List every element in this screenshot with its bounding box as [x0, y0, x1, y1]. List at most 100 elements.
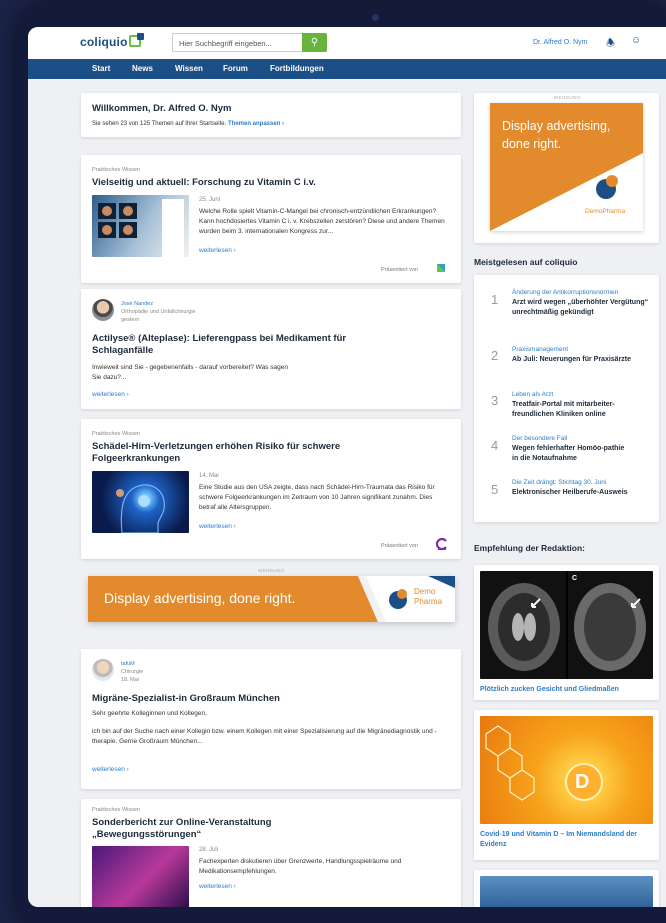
item-date: 14. Mai	[199, 473, 219, 479]
ad-headline: Display advertising, done right.	[502, 119, 611, 152]
rank-number: 4	[491, 438, 499, 453]
browser-screen: coliquio Hier Suchbegriff eingeben... ⚲ …	[28, 27, 666, 907]
rank-number: 3	[491, 393, 499, 408]
item-title[interactable]: Schädel-Hirn-Verletzungen erhöhen Risiko…	[92, 441, 392, 465]
avatar	[92, 659, 114, 681]
profile-icon[interactable]: ☺	[631, 35, 641, 46]
camera-dot	[372, 14, 379, 21]
avatar	[92, 299, 114, 321]
item-body-greeting: Sehr geehrte Kolleginnen und Kollegen,	[92, 710, 207, 717]
logo-mark-icon	[128, 33, 144, 47]
ad-brand-text: Demo Pharma	[414, 587, 442, 606]
item-category: Praktisches Wissen	[92, 431, 140, 437]
banner-ad[interactable]: Display advertising, done right. Demo Pha…	[88, 576, 455, 622]
vitamin-d-letter: D	[575, 771, 590, 793]
vitamin-d-molecule-graphic	[485, 725, 603, 801]
editor-pick-title[interactable]: Plötzlich zucken Gesicht und Gliedmaßen	[480, 685, 655, 695]
sponsor-logo-icon	[437, 264, 445, 272]
author-role: Chirurgie	[121, 669, 144, 675]
feed-item-actilyse[interactable]: José Nandez Orthopädie und Unfallchirurg…	[81, 289, 461, 409]
item-title[interactable]: Migräne-Spezialist-in Großraum München	[92, 693, 280, 705]
nav-fortbildungen[interactable]: Fortbildungen	[270, 64, 324, 73]
item-body: Welche Rolle spielt Vitamin-C-Mangel bei…	[199, 208, 445, 235]
presented-by: Präsentiert von	[381, 267, 418, 273]
ad-label: WERBUNG	[258, 568, 285, 573]
item-title[interactable]: Vielseitig und aktuell: Forschung zu Vit…	[92, 177, 316, 189]
most-read-category[interactable]: Leben als Arzt	[512, 391, 553, 398]
top-bar: coliquio Hier Suchbegriff eingeben... ⚲ …	[28, 27, 666, 59]
item-title[interactable]: Actilyse® (Alteplase): Lieferengpass bei…	[92, 333, 362, 357]
most-read-title[interactable]: Ab Juli: Neuerungen für Praxisärzte	[512, 355, 632, 365]
weiterlesen-link[interactable]: weiterlesen ›	[199, 883, 236, 890]
ad-label: WERBUNG	[554, 95, 581, 100]
weiterlesen-link[interactable]: weiterlesen ›	[199, 247, 236, 254]
feed-item-migraene[interactable]: tafuM Chirurgie 18. Mai Migräne-Speziali…	[81, 649, 461, 789]
author-name[interactable]: tafuM	[121, 661, 135, 667]
item-body: Fachexperten diskutieren über Grenzwerte…	[199, 858, 402, 875]
weiterlesen-link[interactable]: weiterlesen ›	[92, 766, 129, 773]
most-read-category[interactable]: Der besondere Fall	[512, 435, 567, 442]
nav-start[interactable]: Start	[92, 64, 110, 73]
most-read-title[interactable]: Elektronischer Heilberufe-Ausweis	[512, 488, 637, 498]
demopharma-logo-icon	[596, 175, 618, 199]
welcome-title: Willkommen, Dr. Alfred O. Nym	[92, 103, 232, 114]
item-category: Praktisches Wissen	[92, 167, 140, 173]
mri-panel-label: C	[572, 575, 578, 582]
nav-forum[interactable]: Forum	[223, 64, 248, 73]
bell-icon[interactable]: 🕭	[606, 36, 615, 53]
feed-item-bewegungsstoerungen[interactable]: Praktisches Wissen Sonderbericht zur Onl…	[81, 799, 461, 907]
editor-pick-card[interactable]: D Covid-19 und Vitamin D – Im Niemandsla…	[474, 710, 659, 860]
editor-pick-image	[480, 876, 653, 907]
weiterlesen-link[interactable]: weiterlesen ›	[199, 523, 236, 530]
most-read-category[interactable]: Die Zeit drängt: Stichtag 30. Juni	[512, 479, 606, 486]
editor-picks-heading: Empfehlung der Redaktion:	[474, 543, 585, 553]
sponsor-logo-icon	[435, 537, 447, 551]
xray-scans-graphic	[98, 199, 184, 257]
search-icon: ⚲	[310, 37, 319, 48]
logo-text: coliquio	[80, 35, 128, 49]
presented-by: Präsentiert von	[381, 543, 418, 549]
most-read-category[interactable]: Änderung der Antikorruptionsnormen	[512, 289, 618, 296]
post-time: gestern	[121, 317, 140, 323]
editor-pick-title[interactable]: Covid-19 und Vitamin D – Im Niemandsland…	[480, 830, 640, 850]
rank-number: 5	[491, 482, 499, 497]
item-category: Praktisches Wissen	[92, 807, 140, 813]
most-read-title[interactable]: Treatfair-Portal mit mitarbeiter-freundl…	[512, 400, 652, 420]
mri-brain-graphic	[488, 571, 646, 679]
movement-disorder-image	[92, 846, 189, 907]
post-time: 18. Mai	[121, 677, 140, 683]
nav-wissen[interactable]: Wissen	[175, 64, 203, 73]
welcome-subtitle-text: Sie sehen 23 von 125 Themen auf Ihrer St…	[92, 121, 227, 127]
welcome-subtitle: Sie sehen 23 von 125 Themen auf Ihrer St…	[92, 120, 284, 129]
author-name[interactable]: José Nandez	[121, 301, 153, 307]
brand-line-2: Pharma	[414, 596, 443, 606]
side-ad-card: WERBUNG Display advertising, done right.…	[474, 93, 659, 243]
mri-scan-image: C	[480, 571, 653, 679]
rank-number: 1	[491, 292, 499, 307]
rank-number: 2	[491, 348, 499, 363]
vitamin-d-image: D	[480, 716, 653, 824]
item-body: Eine Studie aus den USA zeigte, dass nac…	[199, 484, 435, 511]
most-read-category[interactable]: Praxismanagement	[512, 346, 568, 353]
nav-news[interactable]: News	[132, 64, 153, 73]
item-body: ich bin auf der Suche nach einer Kollegi…	[92, 728, 437, 745]
item-title[interactable]: Sonderbericht zur Online-Veranstaltung „…	[92, 817, 322, 841]
side-ad[interactable]: Display advertising, done right. DemoPha…	[490, 103, 643, 231]
editor-pick-card[interactable]	[474, 870, 659, 907]
most-read-title[interactable]: Wegen fehlerhafter Homöo-pathie in die N…	[512, 444, 632, 464]
coliquio-logo[interactable]: coliquio	[80, 33, 144, 49]
main-nav: Start News Wissen Forum Fortbildungen	[28, 59, 666, 79]
weiterlesen-link[interactable]: weiterlesen ›	[92, 391, 129, 398]
themen-anpassen-link[interactable]: Themen anpassen ›	[228, 121, 284, 127]
feed-item-schaedel-hirn[interactable]: Praktisches Wissen Schädel-Hirn-Verletzu…	[81, 419, 461, 559]
demopharma-logo-icon	[389, 589, 407, 609]
item-date: 28. Juli	[199, 847, 219, 853]
welcome-card: Willkommen, Dr. Alfred O. Nym Sie sehen …	[81, 93, 461, 137]
editor-pick-card[interactable]: C Plötzlich zucken Gesicht und Gliedmaße…	[474, 565, 659, 700]
user-name-link[interactable]: Dr. Alfred O. Nym	[533, 39, 587, 46]
item-date: 25. Juni	[199, 197, 221, 203]
most-read-title[interactable]: Arzt wird wegen „überhöhter Vergütung“ u…	[512, 298, 652, 318]
feed-item-vitamin-c[interactable]: Praktisches Wissen Vielseitig und aktuel…	[81, 155, 461, 283]
search-button[interactable]: ⚲	[302, 33, 327, 52]
head-silhouette-graphic	[116, 484, 165, 534]
